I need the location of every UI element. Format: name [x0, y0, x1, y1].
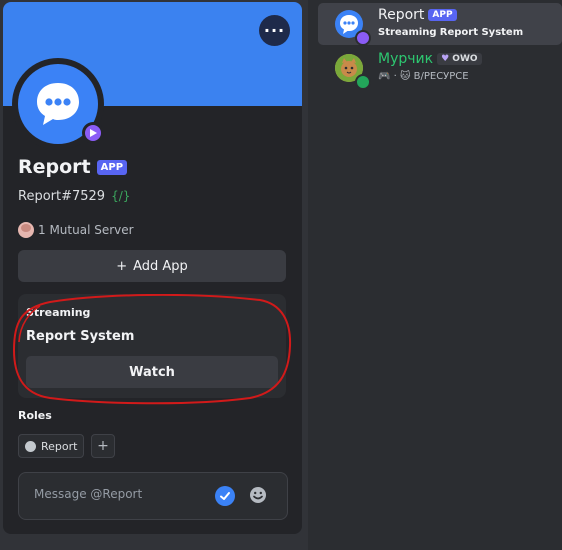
- profile-popout: ··· Report APP Report#7529 {/} 1 Mutual Se…: [3, 2, 302, 534]
- message-input[interactable]: [34, 487, 204, 501]
- role-chip[interactable]: Report: [18, 434, 85, 458]
- mutual-servers[interactable]: 1 Mutual Server: [18, 222, 134, 238]
- add-role-button[interactable]: +: [91, 434, 115, 458]
- member-name-text: Мурчик: [378, 51, 434, 67]
- owo-badge: ♥ OWO: [437, 53, 482, 65]
- avatar-ring: [12, 58, 104, 150]
- add-app-label: Add App: [133, 258, 188, 274]
- streaming-activity: Streaming Report System Watch: [18, 294, 286, 398]
- member-activity: Streaming Report System: [378, 27, 523, 38]
- message-box: [18, 472, 288, 520]
- plus-icon: +: [116, 258, 128, 274]
- stream-title: Report System: [26, 329, 135, 344]
- chat-bubble-icon: [37, 83, 79, 125]
- ellipsis-icon: ···: [263, 21, 286, 40]
- roles-label: Roles: [18, 409, 52, 422]
- activity-text: В/РЕСУРСЕ: [413, 71, 469, 82]
- display-name-text: Report: [18, 156, 91, 178]
- role-color-dot: [25, 440, 36, 452]
- member-item-murchik[interactable]: Мурчик ♥ OWO 🎮 · 🐱 В/РЕСУРСЕ: [318, 47, 562, 90]
- server-icon: [18, 222, 34, 238]
- game-controller-icon: 🎮: [378, 71, 391, 82]
- activity-prefix: Streaming: [378, 27, 437, 38]
- play-icon: [90, 129, 97, 137]
- plus-icon: +: [97, 438, 109, 454]
- member-name: Report APP: [378, 7, 457, 23]
- mutual-servers-label: 1 Mutual Server: [38, 223, 134, 237]
- streaming-label: Streaming: [26, 306, 91, 319]
- member-name: Мурчик ♥ OWO: [378, 51, 482, 67]
- heart-icon: ♥: [441, 54, 450, 64]
- emoji-icon[interactable]: [248, 485, 268, 505]
- emoji-icon: 🐱: [400, 71, 411, 82]
- member-name-text: Report: [378, 7, 425, 23]
- streaming-status: [355, 30, 371, 46]
- role-name: Report: [41, 439, 78, 453]
- username-row: Report#7529 {/}: [18, 189, 130, 204]
- member-item-report[interactable]: Report APP Streaming Report System: [318, 3, 562, 46]
- slash-commands-icon: {/}: [111, 189, 131, 203]
- app-badge: APP: [428, 9, 457, 21]
- display-name: Report APP: [18, 156, 128, 178]
- username[interactable]: Report#7529: [18, 189, 105, 204]
- activity-title: Report System: [439, 27, 524, 38]
- streaming-status: [82, 122, 104, 144]
- watch-button[interactable]: Watch: [26, 356, 278, 388]
- check-icon[interactable]: [215, 486, 235, 506]
- online-status: [355, 74, 371, 90]
- owo-badge-label: OWO: [452, 54, 478, 64]
- watch-label: Watch: [129, 364, 175, 380]
- more-options-button[interactable]: ···: [259, 15, 290, 46]
- app-badge: APP: [96, 160, 128, 175]
- member-activity: 🎮 · 🐱 В/РЕСУРСЕ: [378, 71, 469, 82]
- add-app-button[interactable]: + Add App: [18, 250, 286, 282]
